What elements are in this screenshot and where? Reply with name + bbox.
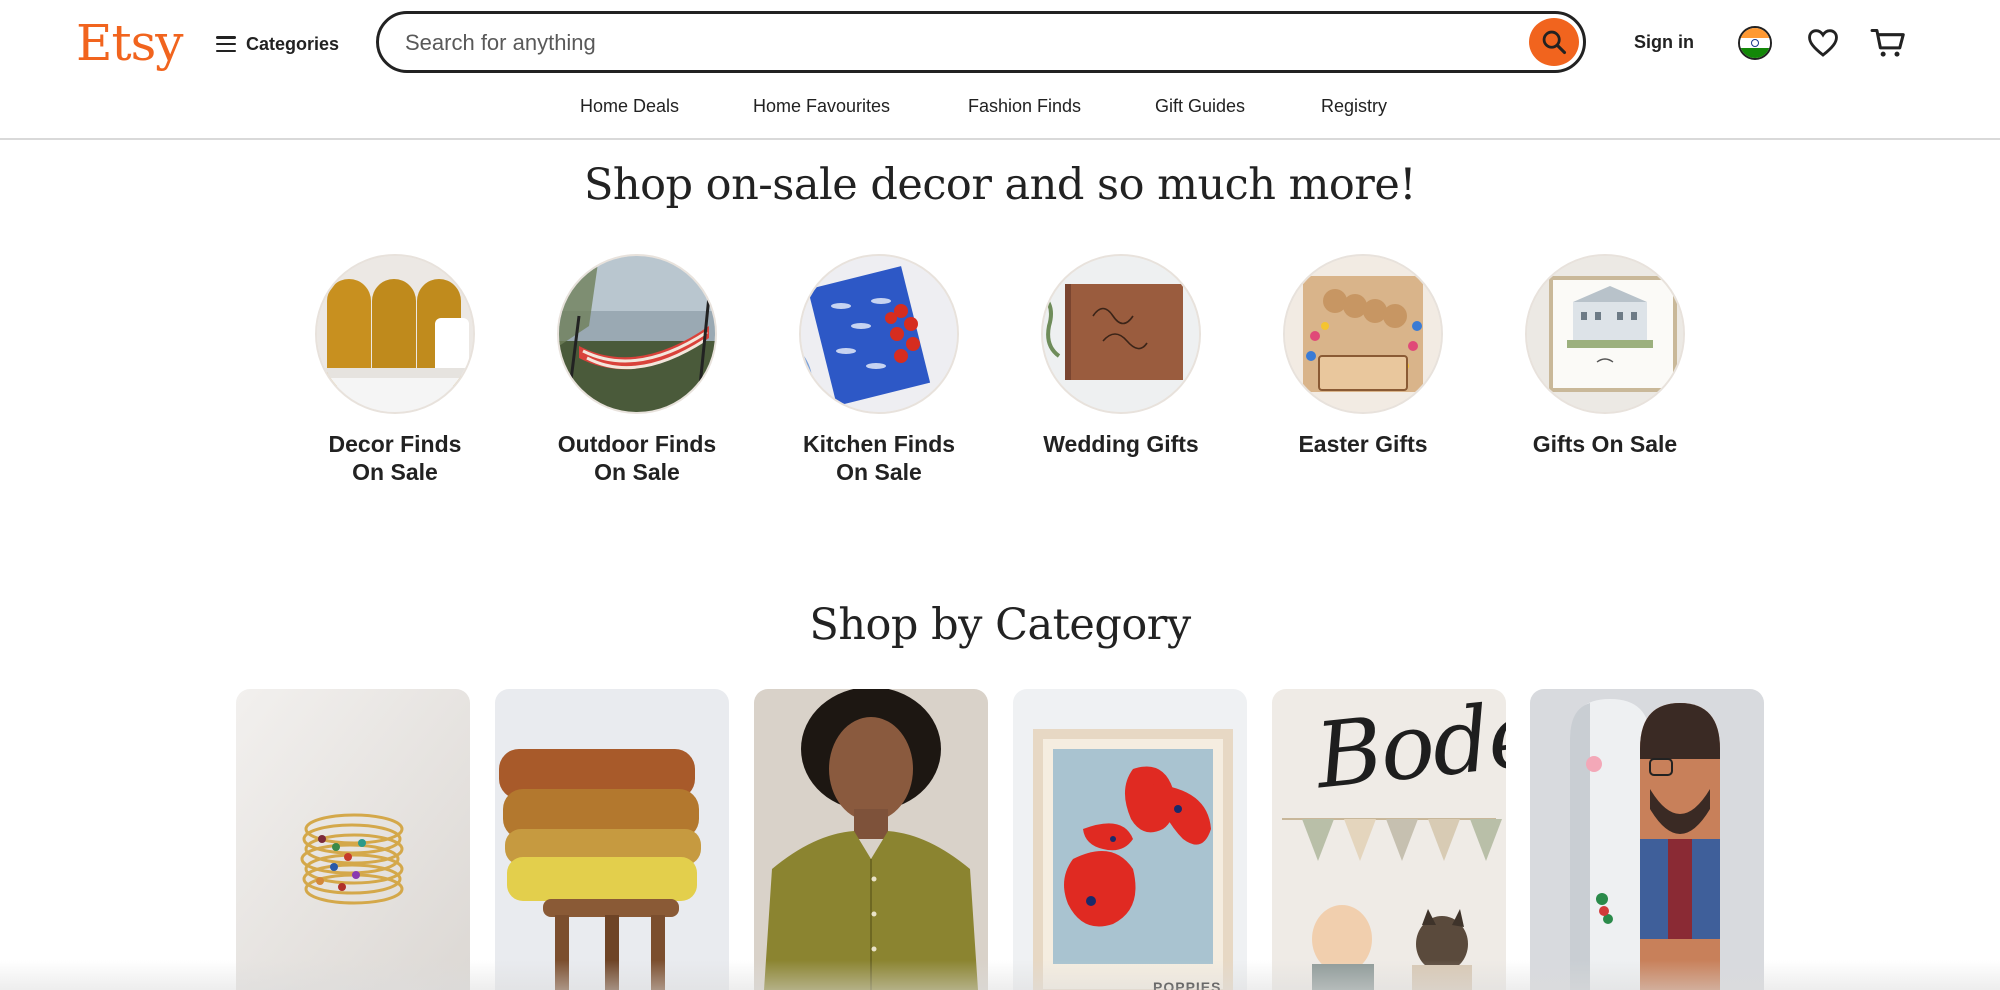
secondary-nav: Home Deals Home Favourites Fashion Finds… xyxy=(0,92,2000,128)
category-section-title: Shop by Category xyxy=(809,600,1191,650)
search-input[interactable] xyxy=(403,22,1487,64)
circle-label-line1: Wedding Gifts xyxy=(1043,431,1199,457)
wedding-gifts-image xyxy=(1041,254,1201,414)
knitwear-image xyxy=(495,689,729,990)
circle-label-line2: On Sale xyxy=(836,459,922,485)
hamburger-icon xyxy=(216,36,236,52)
site-header: Etsy Categories Sign in Home Deals Home … xyxy=(0,0,2000,140)
category-tile-wall-art[interactable]: POPPIES xyxy=(1013,689,1247,990)
circle-outdoor-finds[interactable]: Outdoor Finds On Sale xyxy=(557,254,717,486)
category-tile-knitwear[interactable] xyxy=(495,689,729,990)
circle-label-line1: Decor Finds xyxy=(328,431,462,457)
search-button[interactable] xyxy=(1529,18,1579,66)
category-tile-kids-decor[interactable]: Bode xyxy=(1272,689,1506,990)
circle-label-line1: Outdoor Finds xyxy=(557,431,717,457)
outdoor-finds-image xyxy=(557,254,717,414)
categories-label: Categories xyxy=(246,33,340,54)
clothing-image xyxy=(754,689,988,990)
circle-gifts-on-sale[interactable]: Gifts On Sale xyxy=(1525,254,1685,458)
circle-label-line1: Gifts On Sale xyxy=(1532,431,1678,457)
nav-home-deals[interactable]: Home Deals xyxy=(580,96,679,117)
search-bar xyxy=(376,11,1586,73)
kitchen-finds-image xyxy=(799,254,959,414)
categories-button[interactable]: Categories xyxy=(216,26,339,62)
india-flag-icon[interactable] xyxy=(1738,26,1772,60)
circle-decor-finds[interactable]: Decor Finds On Sale xyxy=(315,254,475,486)
easter-gifts-image xyxy=(1283,254,1443,414)
circle-kitchen-finds[interactable]: Kitchen Finds On Sale xyxy=(799,254,959,486)
category-tile-toys[interactable] xyxy=(1530,689,1764,990)
poster-title: POPPIES xyxy=(1153,979,1222,990)
poppies-poster-image xyxy=(1013,689,1247,990)
etsy-logo[interactable]: Etsy xyxy=(76,14,183,72)
circle-label-line2: On Sale xyxy=(352,459,438,485)
sale-section-title: Shop on-sale decor and so much more! xyxy=(583,160,1417,210)
heart-icon[interactable] xyxy=(1806,26,1840,60)
circle-label-line1: Kitchen Finds xyxy=(802,431,956,457)
category-tile-clothing[interactable] xyxy=(754,689,988,990)
circle-label-line2: On Sale xyxy=(594,459,680,485)
category-tile-jewelry[interactable] xyxy=(236,689,470,990)
wooden-dolls-image xyxy=(1530,689,1764,990)
sign-in-link[interactable]: Sign in xyxy=(1634,32,1694,53)
nav-fashion-finds[interactable]: Fashion Finds xyxy=(968,96,1081,117)
search-icon xyxy=(1542,30,1567,55)
nav-registry[interactable]: Registry xyxy=(1321,96,1387,117)
nav-gift-guides[interactable]: Gift Guides xyxy=(1155,96,1245,117)
nav-home-favourites[interactable]: Home Favourites xyxy=(753,96,890,117)
jewelry-image xyxy=(236,689,470,990)
cart-icon[interactable] xyxy=(1870,26,1906,60)
bode-sign: Bode xyxy=(1311,689,1506,810)
circle-wedding-gifts[interactable]: Wedding Gifts xyxy=(1041,254,1201,458)
gifts-on-sale-image xyxy=(1525,254,1685,414)
circle-label-line1: Easter Gifts xyxy=(1298,431,1428,457)
decor-finds-image xyxy=(315,254,475,414)
circle-easter-gifts[interactable]: Easter Gifts xyxy=(1283,254,1443,458)
